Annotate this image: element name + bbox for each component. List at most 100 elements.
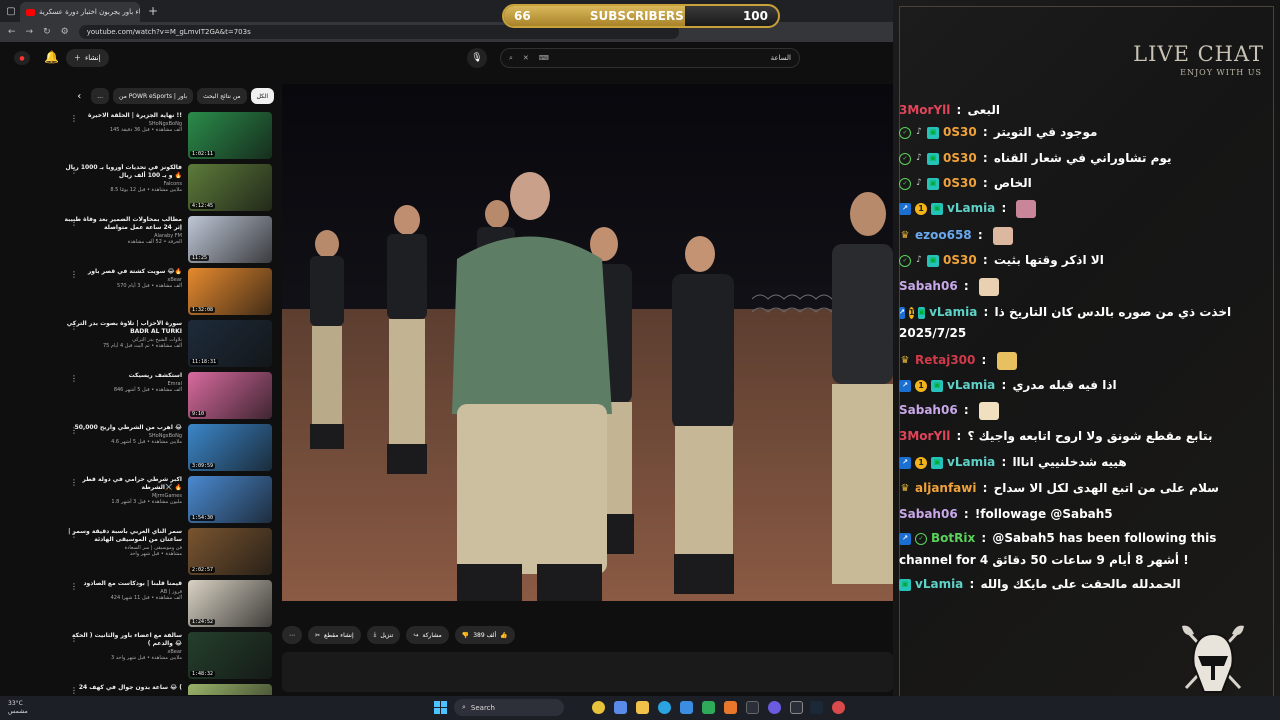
subscriber-badge-icon: ▣ [927, 152, 939, 165]
file-explorer-icon[interactable] [636, 701, 649, 714]
app-icon-3[interactable] [790, 701, 803, 714]
store-icon[interactable] [680, 701, 693, 714]
related-video-stats: 3 ملايين مشاهدة • قبل شهر واحد [110, 655, 182, 661]
like-icon[interactable]: 👍 [500, 632, 507, 639]
chat-username: vLamia [947, 455, 996, 469]
video-description-box[interactable] [282, 652, 893, 692]
mic-badge-icon: ♪ [916, 127, 922, 137]
dislike-icon[interactable]: 👎 [462, 632, 469, 639]
related-video-thumbnail[interactable]: 1:02:11 [188, 112, 272, 159]
related-video-item[interactable]: ⋮ استكشف ريسيكت Emral 846 ألف مشاهدة • ق… [60, 370, 272, 422]
app-icon-2[interactable] [746, 701, 759, 714]
chat-message: ↗ 1 ▣ vLamia : هييه شدخلنييي انااا [899, 452, 1219, 473]
back-arrow-icon[interactable]: ← [8, 27, 16, 37]
related-video-meta: قيمنا قلبنا | بودكاست مع الصادود AB | قر… [62, 580, 182, 601]
related-video-thumbnail[interactable]: 11:25 [188, 216, 272, 263]
mic-badge-icon: ♪ [916, 153, 922, 163]
chat-text: يوم تشاوراني في شعار القناه [993, 151, 1172, 165]
edge-icon[interactable] [658, 701, 671, 714]
chat-message: ♛ ezoo658 : [899, 225, 1219, 246]
chip-from-channel[interactable]: من POWR eSports | باور [113, 88, 194, 104]
browser-tab[interactable]: اعضاء باور يجربون اختبار دورة عسكرية ! ✕ [20, 2, 140, 22]
create-button[interactable]: ＋ إنشاء [66, 49, 109, 67]
new-tab-icon[interactable]: + [148, 4, 158, 18]
chip-from-search[interactable]: من نتائج البحث [197, 88, 247, 104]
avatar[interactable]: ● [14, 51, 30, 65]
youtube-favicon-icon [26, 8, 35, 16]
related-video-item[interactable]: ⋮ اكبر شرطي حرامي في دولة قطر ⚔️الشرطة 🔥… [60, 474, 272, 526]
related-video-title: سمر الناي العربي بأسبة دقيقة وسمر | ساعت… [68, 528, 182, 543]
reload-icon[interactable]: ↻ [43, 27, 51, 37]
clear-search-icon[interactable]: ✕ [523, 54, 529, 62]
check-badge-icon: ✓ [899, 177, 911, 190]
more-actions-button[interactable]: ⋯ [282, 626, 302, 644]
related-video-thumbnail[interactable]: 1:54:30 [188, 476, 272, 523]
related-video-thumbnail[interactable]: 1:24:52 [188, 580, 272, 627]
chat-emote-image [978, 401, 999, 420]
keyboard-icon[interactable]: ⌨ [539, 54, 549, 62]
related-video-item[interactable]: ⋮ سمر الناي العربي بأسبة دقيقة وسمر | سا… [60, 526, 272, 578]
search-icon[interactable]: ⌕ [509, 54, 513, 63]
related-video-item[interactable]: ⋮ قيمنا قلبنا | بودكاست مع الصادود AB | … [60, 578, 272, 630]
chat-message: 3MorYll : البعى [899, 100, 1219, 121]
taskbar-search[interactable]: ⌕ Search [454, 699, 564, 716]
related-video-item[interactable]: ⋮ 24 ساعة بدون جوال في كهف 😂 ( [60, 682, 272, 695]
related-video-item[interactable]: ⋮ سورة الأحزاب | تلاوة بصوت بدر التركي B… [60, 318, 272, 370]
related-video-item[interactable]: ⋮ مطالب بمحاولات الضمير بعد وفاة طبيبة إ… [60, 214, 272, 266]
clip-button[interactable]: ✂ إنشاء مقطع [308, 626, 361, 644]
related-video-thumbnail[interactable]: 1:48:32 [188, 632, 272, 679]
related-video-title: استكشف ريسيكت [128, 372, 182, 379]
chat-message: ♛ Retaj300 : [899, 350, 1219, 371]
chip-more[interactable]: ... [91, 88, 109, 104]
discord-icon[interactable] [768, 701, 781, 714]
search-input[interactable]: ⌕ ✕ ⌨ الساعة [500, 48, 800, 68]
chat-username: Sabah06 [899, 403, 958, 417]
related-video-item[interactable]: ⋮ فالكونز في تحديات أوروبا بـ 1000 ريال … [60, 162, 272, 214]
share-icon: ↪ [413, 631, 419, 639]
obs-icon[interactable] [832, 701, 845, 714]
steam-icon[interactable] [810, 701, 823, 714]
related-video-meta: نهاية الجزيرة | الحلقة الاخيرة !! SHoNgx… [62, 112, 182, 133]
chat-username: 0S30 [943, 125, 977, 139]
related-video-thumbnail[interactable] [188, 684, 272, 695]
voice-search-mic-icon[interactable]: 🎙 [467, 48, 487, 68]
related-video-thumbnail[interactable]: 1:32:08 [188, 268, 272, 315]
copilot-icon[interactable] [614, 701, 627, 714]
share-button[interactable]: ↪ مشاركة [406, 626, 449, 644]
related-video-item[interactable]: ⋮ اهرب من الشرطي واربح 50,000 😂 SHoNgxBo… [60, 422, 272, 474]
site-info-icon[interactable]: ⚙ [61, 27, 69, 37]
like-dislike-button[interactable]: 👎 389 ألف 👍 [454, 626, 515, 644]
related-video-thumbnail[interactable]: 11:18:31 [188, 320, 272, 367]
chat-message: ↗ ✓ BotRix : @Sabah5 has been following th… [899, 528, 1219, 549]
xbox-icon[interactable] [702, 701, 715, 714]
related-video-thumbnail[interactable]: 2:02:57 [188, 528, 272, 575]
forward-arrow-icon[interactable]: → [26, 27, 34, 37]
chrome-icon[interactable] [592, 701, 605, 714]
related-video-title: 24 ساعة بدون جوال في كهف 😂 ( [78, 684, 182, 691]
download-button[interactable]: ⤓ تنزيل [366, 626, 401, 644]
related-video-stats: 570 ألف مشاهدة • قبل 3 أيام [117, 283, 182, 289]
related-video-item[interactable]: ⋮ نهاية الجزيرة | الحلقة الاخيرة !! SHoN… [60, 110, 272, 162]
browser-menu-icon[interactable]: ▢ [2, 2, 20, 20]
windows-start-icon[interactable] [434, 701, 447, 714]
vip-crown-icon: ♛ [900, 230, 910, 241]
prime-badge-icon: ↗ [899, 456, 911, 469]
video-duration: 1:48:32 [190, 671, 216, 677]
weather-widget[interactable]: 33°C مشمس [8, 700, 28, 716]
gift-badge-icon: 1 [915, 379, 927, 392]
related-videos-list: ⋮ نهاية الجزيرة | الحلقة الاخيرة !! SHoN… [60, 110, 272, 695]
chip-scroll-left-icon[interactable]: ‹ [77, 91, 81, 102]
video-player[interactable] [282, 84, 893, 601]
related-video-item[interactable]: ⋮ سالفة مع اعضاء باور والثانيت ( الحكة و… [60, 630, 272, 682]
gift-badge-icon: 1 [915, 202, 927, 215]
related-video-thumbnail[interactable]: 4:12:45 [188, 164, 272, 211]
chat-title: LIVE CHAT [1133, 42, 1264, 66]
related-video-thumbnail[interactable]: 9:10 [188, 372, 272, 419]
chat-message: ↗ 1 ▣ vLamia : [899, 198, 1219, 219]
notifications-bell-icon[interactable]: 🔔 [44, 50, 59, 64]
chip-all[interactable]: الكل [250, 88, 274, 104]
related-video-meta: اهرب من الشرطي واربح 50,000 😂 SHoNgxBoNg… [62, 424, 182, 445]
app-icon[interactable] [724, 701, 737, 714]
related-video-item[interactable]: ⋮ سويت كشتة في قصر باور 😂🔥 xBear 570 ألف… [60, 266, 272, 318]
related-video-thumbnail[interactable]: 3:09:59 [188, 424, 272, 471]
